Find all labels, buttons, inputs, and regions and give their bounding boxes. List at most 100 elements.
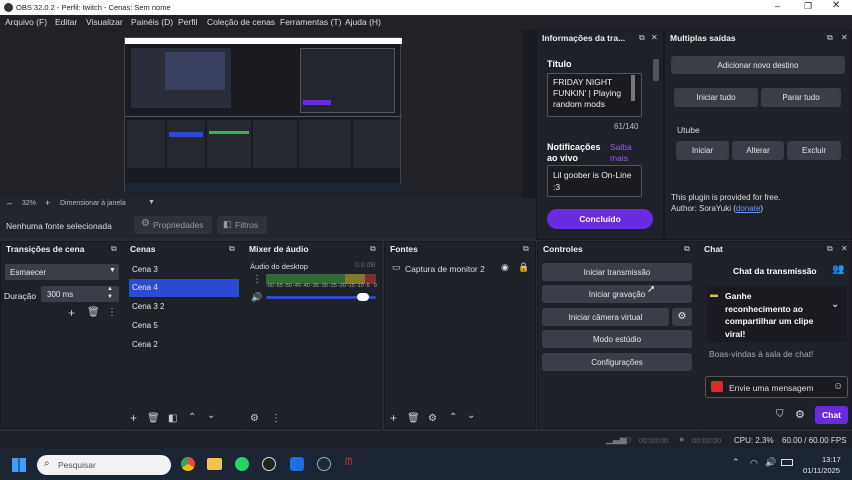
preview-canvas[interactable] — [124, 37, 402, 192]
wifi-icon[interactable]: ◠ — [750, 458, 758, 469]
scene-item-selected[interactable]: Cena 4 — [129, 279, 239, 297]
menu-edit[interactable]: Editar — [55, 17, 77, 27]
scene-item[interactable]: Cena 2 — [129, 336, 239, 354]
stop-all-button[interactable]: Parar tudo — [761, 88, 841, 107]
close-dock-icon[interactable]: ✕ — [841, 33, 848, 42]
trash-icon[interactable]: 🗑 — [407, 413, 420, 424]
trash-icon[interactable]: 🗑 — [147, 413, 160, 424]
float-dock-icon[interactable]: ⧉ — [370, 244, 376, 254]
volume-slider-handle[interactable] — [357, 293, 370, 301]
learn-more-link[interactable]: Saiba mais — [610, 142, 640, 164]
clock-date[interactable]: 01/11/2025 — [803, 466, 840, 475]
chevron-down-icon[interactable]: ▼ — [148, 199, 155, 206]
donate-link[interactable]: donate — [736, 204, 760, 213]
volume-icon[interactable]: 🔊 — [765, 457, 776, 468]
emoji-icon[interactable]: ☺ — [833, 381, 843, 392]
gear-icon[interactable]: ⚙ — [428, 413, 437, 424]
menu-profile[interactable]: Perfil — [178, 17, 197, 27]
visibility-eye-icon[interactable]: ◉ — [501, 262, 509, 273]
zoom-in-button[interactable]: + — [45, 198, 50, 208]
windows-start-icon[interactable] — [12, 458, 26, 472]
close-dock-icon[interactable]: ✕ — [651, 33, 658, 42]
menu-tools[interactable]: Ferramentas (T) — [280, 17, 341, 27]
steam-icon[interactable] — [317, 457, 331, 471]
filters-button[interactable]: ◧ Filtros — [217, 216, 267, 234]
minimize-button[interactable]: – — [775, 1, 780, 11]
title-scrollbar[interactable] — [631, 75, 635, 101]
file-explorer-icon[interactable] — [207, 458, 222, 470]
float-dock-icon[interactable]: ⧉ — [229, 244, 235, 254]
scene-item[interactable]: Cena 3 — [129, 261, 239, 279]
start-virtual-camera-button[interactable]: Iniciar câmera virtual — [542, 308, 669, 326]
more-icon[interactable]: ⋮ — [252, 274, 262, 285]
whatsapp-icon[interactable] — [235, 457, 249, 471]
duration-spinbox[interactable]: 300 ms ▲ ▼ — [41, 286, 119, 302]
move-down-icon[interactable]: ⌄ — [467, 410, 475, 421]
app-icon[interactable] — [290, 457, 304, 471]
move-up-icon[interactable]: ⌃ — [188, 412, 196, 423]
float-dock-icon[interactable]: ⧉ — [639, 33, 645, 43]
title-textarea[interactable]: FRIDAY NIGHT FUNKIN' | Playing random mo… — [547, 73, 642, 117]
menu-docks[interactable]: Painéis (D) — [131, 17, 173, 27]
scene-item[interactable]: Cena 3 2 — [129, 298, 239, 316]
chevron-down-icon[interactable]: ⌄ — [831, 299, 839, 310]
close-dock-icon[interactable]: ✕ — [841, 244, 848, 253]
virtual-camera-settings-button[interactable]: ⚙ — [672, 308, 692, 326]
float-dock-icon[interactable]: ⧉ — [111, 244, 117, 254]
clock-time[interactable]: 13:17 — [822, 455, 841, 464]
add-destination-button[interactable]: Adicionar novo destino — [671, 56, 845, 74]
filter-icon[interactable]: ◧ — [168, 413, 177, 424]
menu-scene-collection[interactable]: Coleção de cenas — [207, 17, 275, 27]
add-transition-icon[interactable]: + — [68, 306, 75, 320]
lock-icon[interactable]: 🔒 — [518, 262, 529, 273]
notification-textarea[interactable]: Lil goober is On-Line :3 — [547, 165, 642, 197]
source-item[interactable]: Captura de monitor 2 — [405, 264, 485, 274]
done-button[interactable]: Concluído — [547, 209, 653, 229]
float-dock-icon[interactable]: ⧉ — [827, 244, 833, 254]
badge-icon[interactable]: ⛉ — [776, 409, 784, 420]
float-dock-icon[interactable]: ⧉ — [827, 33, 833, 43]
chrome-icon[interactable] — [181, 457, 195, 471]
menu-help[interactable]: Ajuda (H) — [345, 17, 381, 27]
more-icon[interactable]: ⋮ — [271, 413, 281, 424]
battery-icon[interactable] — [781, 459, 793, 466]
edit-target-button[interactable]: Alterar — [732, 141, 784, 160]
move-down-icon[interactable]: ⌄ — [207, 410, 215, 421]
resize-to-window-label[interactable]: Dimensionar à janela — [60, 200, 126, 207]
delete-target-button[interactable]: Excluir — [787, 141, 841, 160]
info-scrollbar[interactable] — [653, 59, 659, 81]
studio-mode-button[interactable]: Modo estúdio — [542, 330, 692, 348]
add-source-icon[interactable]: + — [390, 411, 397, 425]
chat-message-input[interactable]: Envie uma mensagem ☺ — [705, 376, 848, 398]
zoom-out-button[interactable]: – — [7, 198, 12, 208]
float-dock-icon[interactable]: ⧉ — [684, 244, 690, 254]
scene-item[interactable]: Cena 5 — [129, 317, 239, 335]
maximize-button[interactable]: ❐ — [804, 1, 812, 12]
mixer-settings-icon[interactable]: ⚙ — [250, 413, 259, 424]
settings-button[interactable]: Configurações — [542, 353, 692, 371]
chat-send-button[interactable]: Chat — [815, 406, 848, 424]
close-button[interactable]: ✕ — [832, 0, 840, 11]
spin-up-icon[interactable]: ▲ — [107, 286, 113, 292]
speaker-icon[interactable]: 🔊 — [251, 292, 262, 303]
add-scene-icon[interactable]: + — [130, 411, 137, 425]
float-dock-icon[interactable]: ⧉ — [523, 244, 529, 254]
more-icon[interactable]: ⋮ — [107, 307, 117, 318]
preview-area[interactable] — [0, 30, 536, 198]
transition-select[interactable]: Esmaecer ▼ — [5, 264, 119, 280]
trash-icon[interactable]: 🗑 — [87, 307, 100, 318]
spin-down-icon[interactable]: ▼ — [107, 294, 113, 300]
start-target-button[interactable]: Iniciar — [676, 141, 729, 160]
start-all-button[interactable]: Iniciar tudo — [674, 88, 758, 107]
properties-button[interactable]: ⚙ Propriedades — [134, 216, 212, 234]
taskbar-search[interactable]: ⌕ Pesquisar — [37, 455, 171, 475]
users-icon[interactable]: 👥 — [832, 264, 844, 275]
start-recording-button[interactable]: Iniciar gravação — [542, 285, 692, 303]
obs-icon[interactable] — [262, 457, 276, 471]
menu-view[interactable]: Visualizar — [86, 17, 123, 27]
menu-file[interactable]: Arquivo (F) — [5, 17, 47, 27]
start-streaming-button[interactable]: Iniciar transmissão — [542, 263, 692, 281]
chevron-up-icon[interactable]: ⌃ — [732, 457, 740, 468]
preview-scrollbar[interactable] — [522, 30, 536, 198]
gear-icon[interactable]: ⚙ — [795, 408, 805, 421]
